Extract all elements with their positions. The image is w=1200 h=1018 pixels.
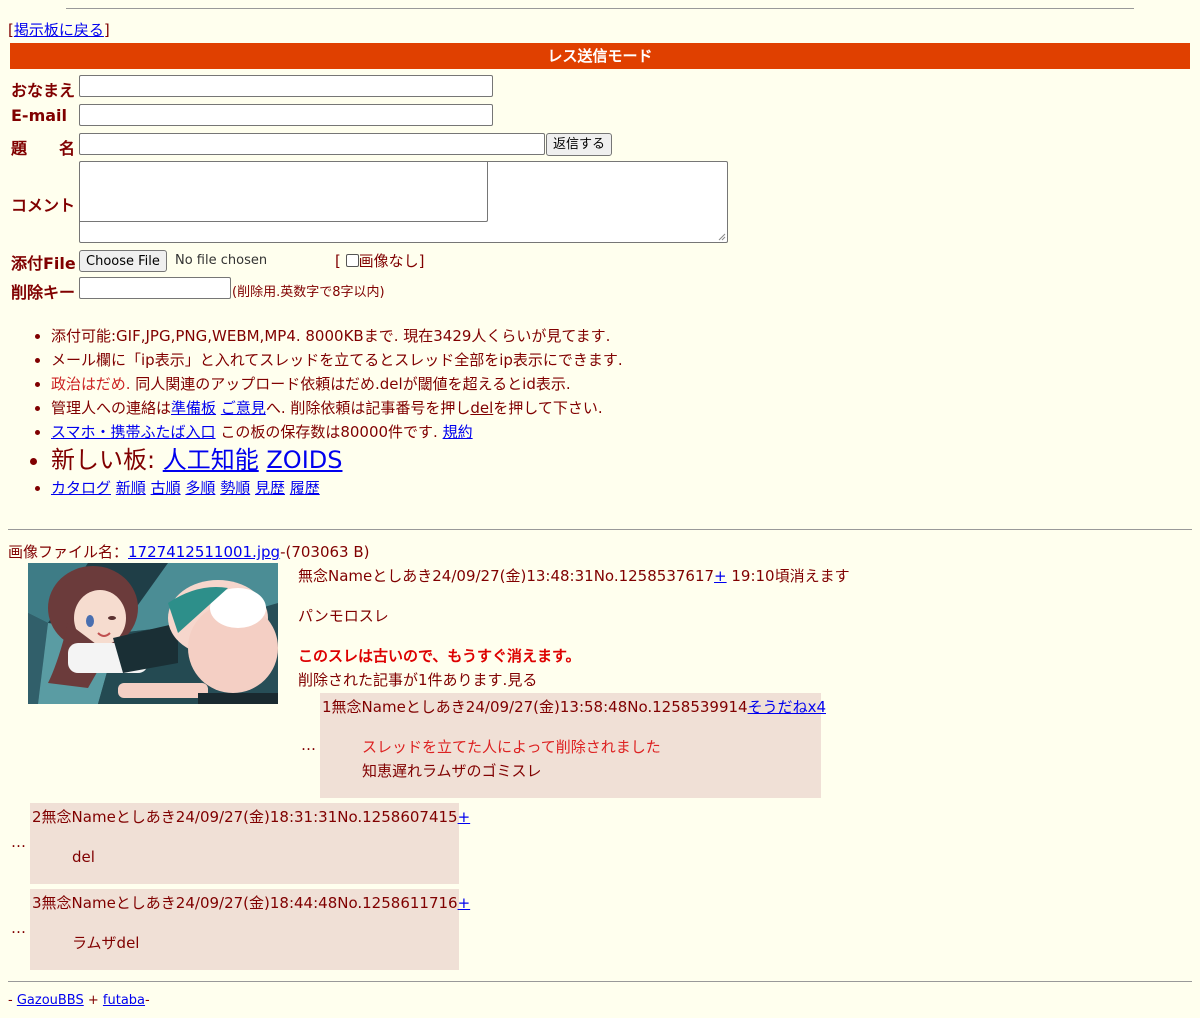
terms-link[interactable]: 規約 — [443, 423, 473, 441]
feedback-link[interactable]: ご意見 — [221, 399, 266, 417]
sort-many-link[interactable]: 多順 — [185, 479, 215, 497]
zoids-board-link[interactable]: ZOIDS — [266, 446, 342, 474]
reply-3-header: 3無念Nameとしあき24/09/27(金)18:44:48No.1258611… — [32, 894, 471, 912]
reply-2: 2無念Nameとしあき24/09/27(金)18:31:31No.1258607… — [30, 803, 470, 884]
gazoubbs-link[interactable]: GazouBBS — [17, 993, 84, 1008]
reply-1-header: 1無念Nameとしあき24/09/27(金)13:58:48No.1258539… — [322, 698, 826, 716]
reply-1-ellipsis: … — [301, 736, 316, 754]
board-notes: 添付可能:GIF,JPG,PNG,WEBM,MP4. 8000KBまで. 現在3… — [12, 324, 623, 500]
op-body: パンモロスレ — [298, 607, 389, 625]
bottom-divider — [8, 981, 1192, 982]
sort-old-link[interactable]: 古順 — [151, 479, 181, 497]
viewed-history-link[interactable]: 見歴 — [255, 479, 285, 497]
prep-board-link[interactable]: 準備板 — [171, 399, 216, 417]
reply-mode-bar: レス送信モード — [10, 43, 1190, 69]
note-ip: メール欄に「ip表示」と入れてスレッドを立てるとスレッド全部をip表示にできます… — [51, 348, 623, 372]
reply-2-ellipsis: … — [11, 833, 26, 851]
reply-2-body: del — [72, 848, 95, 866]
file-label: 添付File — [11, 254, 76, 273]
note-rules: 政治はだめ. 同人関連のアップロード依頼はだめ.delが閾値を超えるとid表示. — [51, 372, 623, 396]
reply-3-ellipsis: … — [11, 919, 26, 937]
ai-board-link[interactable]: 人工知能 — [163, 446, 259, 474]
delete-key-input[interactable] — [79, 277, 231, 299]
reply-1: 1無念Nameとしあき24/09/27(金)13:58:48No.1258539… — [320, 693, 826, 798]
sort-new-link[interactable]: 新順 — [116, 479, 146, 497]
email-label: E-mail — [11, 106, 68, 125]
reply-1-sodane-link[interactable]: そうだねx4 — [748, 698, 826, 716]
op-file-info: 画像ファイル名：1727412511001.jpg-(703063 B) — [8, 543, 370, 561]
thread-divider — [8, 529, 1192, 530]
op-file-link[interactable]: 1727412511001.jpg — [128, 543, 280, 561]
del-word: del — [470, 399, 494, 417]
note-upload: 添付可能:GIF,JPG,PNG,WEBM,MP4. 8000KBまで. 現在3… — [51, 324, 623, 348]
reply-1-deleted-message: スレッドを立てた人によって削除されました — [362, 738, 661, 756]
back-to-board-link[interactable]: 掲示板に戻る — [14, 21, 104, 39]
subject-label: 題 名 — [11, 139, 76, 158]
comment-label: コメント — [11, 196, 76, 215]
delete-key-hint: (削除用.英数字で8字以内) — [232, 285, 385, 300]
note-new-boards: 新しい板: 人工知能 ZOIDS — [51, 444, 623, 476]
deleted-posts-note[interactable]: 削除された記事が1件あります.見る — [298, 670, 537, 690]
catalog-link[interactable]: カタログ — [51, 479, 111, 497]
noimage-checkbox[interactable] — [345, 254, 359, 267]
note-mobile: スマホ・携帯ふたば入口 この板の保存数は80000件です. 規約 — [51, 420, 623, 444]
back-nav: [掲示板に戻る] — [8, 21, 110, 39]
submit-reply-button[interactable]: 返信する — [546, 133, 613, 156]
reply-3-plus-link[interactable]: + — [458, 894, 471, 912]
delete-key-label: 削除キー — [11, 283, 76, 302]
comment-textarea-inner — [80, 162, 488, 222]
choose-file-button[interactable]: Choose File — [79, 250, 167, 272]
name-input[interactable] — [79, 75, 493, 97]
top-divider — [66, 8, 1134, 9]
op-header: 無念Nameとしあき24/09/27(金)13:48:31No.12585376… — [298, 567, 850, 585]
sort-momentum-link[interactable]: 勢順 — [220, 479, 250, 497]
mobile-entry-link[interactable]: スマホ・携帯ふたば入口 — [51, 423, 216, 441]
reply-2-plus-link[interactable]: + — [458, 808, 471, 826]
resize-handle-icon[interactable] — [718, 233, 726, 241]
subject-input[interactable] — [79, 133, 545, 155]
futaba-link[interactable]: futaba — [103, 993, 145, 1008]
reply-3-body: ラムザdel — [72, 934, 140, 952]
reply-3: 3無念Nameとしあき24/09/27(金)18:44:48No.1258611… — [30, 889, 470, 970]
note-sort-links: カタログ 新順 古順 多順 勢順 見歴 履歴 — [51, 476, 623, 500]
name-label: おなまえ — [11, 81, 76, 100]
op-plus-link[interactable]: + — [714, 567, 727, 585]
old-thread-warning: このスレは古いので、もうすぐ消えます。 — [298, 647, 581, 665]
email-input[interactable] — [79, 104, 493, 126]
noimage-option: [ 画像なし] — [335, 252, 425, 270]
footer: - GazouBBS + futaba- — [8, 993, 150, 1008]
reply-1-body: 知恵遅れラムザのゴミスレ — [362, 762, 542, 780]
note-contact: 管理人への連絡は準備板 ご意見へ. 削除依頼は記事番号を押しdelを押して下さい… — [51, 396, 623, 420]
comment-textarea[interactable] — [79, 161, 728, 243]
reply-2-header: 2無念Nameとしあき24/09/27(金)18:31:31No.1258607… — [32, 808, 471, 826]
op-thumbnail-image[interactable] — [28, 563, 278, 704]
post-history-link[interactable]: 履歴 — [290, 479, 320, 497]
file-status: No file chosen — [175, 253, 268, 268]
